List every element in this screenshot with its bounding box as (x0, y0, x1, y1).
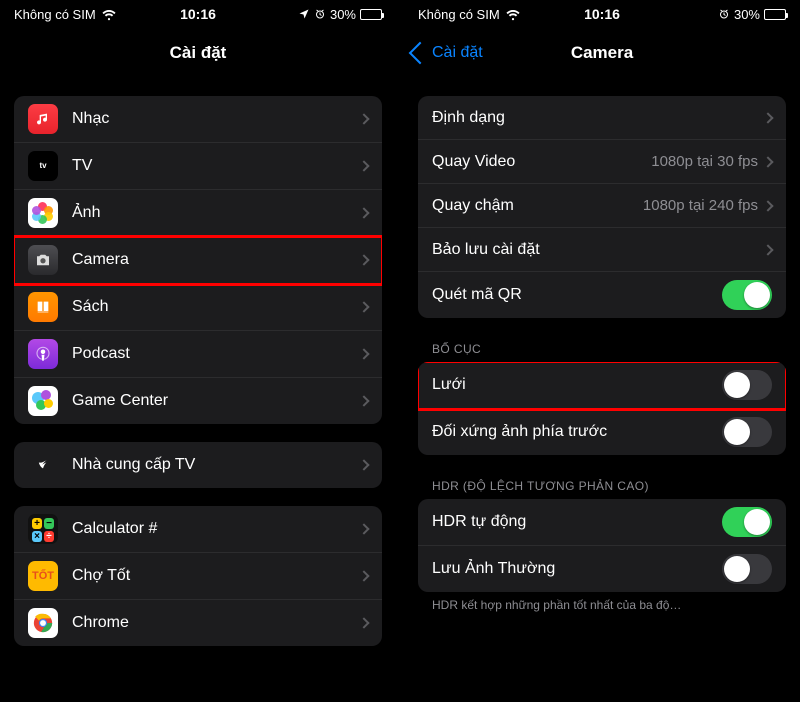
camera-row-formats[interactable]: Định dạng (418, 96, 786, 140)
chevron-right-icon (358, 617, 369, 628)
page-title: Camera (571, 43, 633, 63)
camera-row-scanqr[interactable]: Quét mã QR (418, 272, 786, 318)
camera-row-preserve[interactable]: Bảo lưu cài đặt (418, 228, 786, 272)
camera-row-recordvideo[interactable]: Quay Video 1080p tại 30 fps (418, 140, 786, 184)
chevron-left-icon (409, 42, 432, 65)
camera-row-autohdr[interactable]: HDR tự động (418, 499, 786, 546)
wifi-icon (506, 7, 520, 21)
chevron-right-icon (358, 160, 369, 171)
settings-row-podcast[interactable]: Podcast (14, 331, 382, 378)
camera-row-keepnormal[interactable]: Lưu Ảnh Thường (418, 546, 786, 592)
camera-group-hdr: HDR tự động Lưu Ảnh Thường (418, 499, 786, 592)
tvprovider-icon (28, 450, 58, 480)
settings-row-chrome[interactable]: Chrome (14, 600, 382, 646)
settings-row-calculator[interactable]: + − × ÷ Calculator # (14, 506, 382, 553)
camera-row-mirrorfront[interactable]: Đối xứng ảnh phía trước (418, 409, 786, 455)
settings-row-tv[interactable]: tv TV (14, 143, 382, 190)
chrome-icon (28, 608, 58, 638)
navbar: Cài đặt (0, 28, 396, 78)
alarm-icon (718, 8, 730, 20)
toggle-mirrorfront[interactable] (722, 417, 772, 447)
settings-row-music[interactable]: Nhạc (14, 96, 382, 143)
hdr-footer-note: HDR kết hợp những phần tốt nhất của ba đ… (404, 592, 800, 612)
carrier-text: Không có SIM (14, 7, 96, 22)
navbar: Cài đặt Camera (404, 28, 800, 78)
wifi-icon (102, 7, 116, 21)
camera-row-grid[interactable]: Lưới (418, 362, 786, 409)
clock: 10:16 (584, 6, 620, 22)
alarm-icon (314, 8, 326, 20)
chevron-right-icon (358, 459, 369, 470)
status-bar: Không có SIM 10:16 30% (0, 0, 396, 28)
location-icon (298, 8, 310, 20)
tv-icon: tv (28, 151, 58, 181)
camera-row-slowmo[interactable]: Quay chậm 1080p tại 240 fps (418, 184, 786, 228)
books-icon (28, 292, 58, 322)
photos-icon (28, 198, 58, 228)
clock: 10:16 (180, 6, 216, 22)
chevron-right-icon (762, 200, 773, 211)
camera-group-formats: Định dạng Quay Video 1080p tại 30 fps Qu… (418, 96, 786, 318)
camera-icon (28, 245, 58, 275)
chevron-right-icon (358, 348, 369, 359)
chotot-icon: TỐT (28, 561, 58, 591)
calculator-icon: + − × ÷ (28, 514, 58, 544)
chevron-right-icon (358, 254, 369, 265)
chevron-right-icon (762, 112, 773, 123)
battery-icon (360, 9, 382, 20)
page-title: Cài đặt (170, 43, 227, 63)
settings-group-tvprovider: Nhà cung cấp TV (14, 442, 382, 488)
settings-camera-screen: Không có SIM 10:16 30% Cài đặt Camera Đị… (404, 0, 800, 702)
battery-pct: 30% (330, 7, 356, 22)
settings-row-photos[interactable]: Ảnh (14, 190, 382, 237)
group-header-layout: BỐ CỤC (404, 318, 800, 362)
settings-row-books[interactable]: Sách (14, 284, 382, 331)
chevron-right-icon (762, 156, 773, 167)
battery-icon (764, 9, 786, 20)
settings-root-screen: Không có SIM 10:16 30% Cài đặt N (0, 0, 396, 702)
music-icon (28, 104, 58, 134)
group-header-hdr: HDR (ĐỘ LỆCH TƯƠNG PHẢN CAO) (404, 455, 800, 499)
settings-row-tvprovider[interactable]: Nhà cung cấp TV (14, 442, 382, 488)
camera-group-layout: Lưới Đối xứng ảnh phía trước (418, 362, 786, 455)
toggle-keepnormal[interactable] (722, 554, 772, 584)
settings-row-chotot[interactable]: TỐT Chợ Tốt (14, 553, 382, 600)
settings-row-camera[interactable]: Camera (14, 237, 382, 284)
chevron-right-icon (358, 113, 369, 124)
toggle-autohdr[interactable] (722, 507, 772, 537)
toggle-grid[interactable] (722, 370, 772, 400)
chevron-right-icon (358, 570, 369, 581)
settings-row-gamecenter[interactable]: Game Center (14, 378, 382, 424)
status-bar: Không có SIM 10:16 30% (404, 0, 800, 28)
chevron-right-icon (358, 395, 369, 406)
settings-group-apple-apps: Nhạc tv TV Ả (14, 96, 382, 424)
toggle-scanqr[interactable] (722, 280, 772, 310)
podcast-icon (28, 339, 58, 369)
chevron-right-icon (358, 207, 369, 218)
chevron-right-icon (358, 301, 369, 312)
carrier-text: Không có SIM (418, 7, 500, 22)
chevron-right-icon (762, 244, 773, 255)
settings-group-thirdparty: + − × ÷ Calculator # TỐT Chợ Tốt Chro (14, 506, 382, 646)
battery-pct: 30% (734, 7, 760, 22)
chevron-right-icon (358, 523, 369, 534)
gamecenter-icon (28, 386, 58, 416)
back-button[interactable]: Cài đặt (412, 44, 483, 62)
